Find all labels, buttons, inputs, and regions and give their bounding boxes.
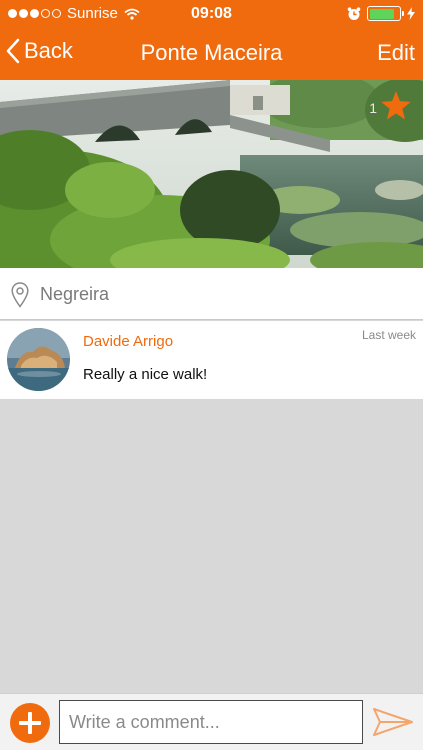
location-row[interactable]: Negreira — [0, 268, 423, 320]
page-title: Ponte Maceira — [140, 40, 283, 65]
top-bar: Sunrise 09:08 Back Ponte Maceira Edit — [0, 0, 423, 80]
status-bar: Sunrise 09:08 — [0, 0, 423, 28]
location-name: Negreira — [40, 284, 110, 304]
place-photo: 1 — [0, 80, 423, 268]
comment-author[interactable]: Davide Arrigo — [83, 333, 173, 350]
battery-icon — [367, 6, 404, 21]
favorite-count: 1 — [369, 100, 377, 116]
comment-text: Really a nice walk! — [83, 366, 208, 383]
star-icon[interactable] — [379, 89, 413, 123]
place-photo-image — [0, 80, 423, 268]
nav-bar: Back Ponte Maceira Edit — [0, 28, 423, 80]
alarm-icon — [347, 6, 361, 20]
comment-timestamp: Last week — [361, 328, 416, 342]
location-pin-icon — [11, 282, 29, 308]
comment-input[interactable] — [59, 700, 363, 744]
comment-item: Davide Arrigo Last week Really a nice wa… — [0, 321, 423, 399]
send-icon[interactable] — [372, 706, 414, 738]
avatar[interactable] — [7, 328, 70, 391]
edit-button[interactable]: Edit — [377, 40, 415, 66]
charging-bolt-icon — [407, 7, 415, 20]
comment-composer — [0, 693, 423, 750]
plus-icon[interactable] — [10, 703, 50, 743]
